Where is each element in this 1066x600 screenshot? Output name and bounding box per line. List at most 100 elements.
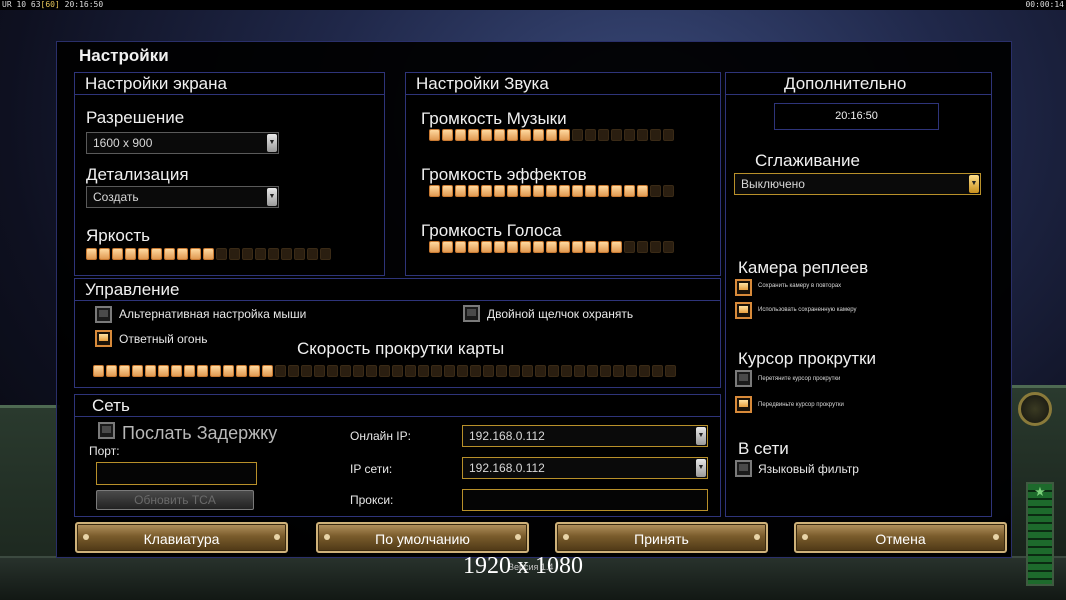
slider-segment[interactable] [572,129,583,141]
resolution-select[interactable]: 1600 x 900 ▼ [86,132,279,154]
slider-segment[interactable] [546,241,557,253]
brightness-slider[interactable] [86,248,331,260]
slider-segment[interactable] [249,365,260,377]
slider-segment[interactable] [177,248,188,260]
cursor-drag-checkbox[interactable] [735,370,752,387]
slider-segment[interactable] [210,365,221,377]
slider-segment[interactable] [574,365,585,377]
port-input[interactable] [96,462,257,485]
slider-segment[interactable] [663,241,674,253]
slider-segment[interactable] [112,248,123,260]
slider-segment[interactable] [418,365,429,377]
lang-filter-checkbox[interactable] [735,460,752,477]
slider-segment[interactable] [624,241,635,253]
online-ip-select[interactable]: 192.168.0.112 ▼ [462,425,708,447]
slider-segment[interactable] [496,365,507,377]
slider-segment[interactable] [164,248,175,260]
music-volume-slider[interactable] [429,129,674,141]
slider-segment[interactable] [520,185,531,197]
slider-segment[interactable] [520,241,531,253]
slider-segment[interactable] [598,185,609,197]
slider-segment[interactable] [559,241,570,253]
slider-segment[interactable] [236,365,247,377]
slider-segment[interactable] [455,241,466,253]
slider-segment[interactable] [145,365,156,377]
slider-segment[interactable] [533,241,544,253]
slider-segment[interactable] [262,365,273,377]
slider-segment[interactable] [468,185,479,197]
slider-segment[interactable] [494,241,505,253]
slider-segment[interactable] [429,241,440,253]
slider-segment[interactable] [611,129,622,141]
net-ip-select[interactable]: 192.168.0.112 ▼ [462,457,708,479]
slider-segment[interactable] [294,248,305,260]
slider-segment[interactable] [548,365,559,377]
slider-segment[interactable] [611,185,622,197]
slider-segment[interactable] [301,365,312,377]
slider-segment[interactable] [275,365,286,377]
slider-segment[interactable] [585,185,596,197]
slider-segment[interactable] [624,129,635,141]
slider-segment[interactable] [650,129,661,141]
slider-segment[interactable] [132,365,143,377]
slider-segment[interactable] [559,129,570,141]
effects-volume-slider[interactable] [429,185,674,197]
slider-segment[interactable] [268,248,279,260]
alt-mouse-checkbox[interactable] [95,306,112,323]
slider-segment[interactable] [585,241,596,253]
slider-segment[interactable] [665,365,676,377]
send-delay-checkbox[interactable] [98,422,115,439]
slider-segment[interactable] [379,365,390,377]
slider-segment[interactable] [663,185,674,197]
slider-segment[interactable] [405,365,416,377]
slider-segment[interactable] [190,248,201,260]
detail-select[interactable]: Создать ▼ [86,186,279,208]
slider-segment[interactable] [119,365,130,377]
proxy-input[interactable] [462,489,708,511]
slider-segment[interactable] [546,129,557,141]
slider-segment[interactable] [481,241,492,253]
slider-segment[interactable] [151,248,162,260]
keyboard-button[interactable]: Клавиатура [75,522,288,553]
slider-segment[interactable] [637,129,648,141]
slider-segment[interactable] [184,365,195,377]
slider-segment[interactable] [624,185,635,197]
slider-segment[interactable] [138,248,149,260]
slider-segment[interactable] [626,365,637,377]
slider-segment[interactable] [444,365,455,377]
slider-segment[interactable] [598,241,609,253]
slider-segment[interactable] [281,248,292,260]
slider-segment[interactable] [455,129,466,141]
voice-volume-slider[interactable] [429,241,674,253]
slider-segment[interactable] [197,365,208,377]
slider-segment[interactable] [663,129,674,141]
slider-segment[interactable] [468,241,479,253]
slider-segment[interactable] [223,365,234,377]
slider-segment[interactable] [585,129,596,141]
slider-segment[interactable] [125,248,136,260]
slider-segment[interactable] [431,365,442,377]
slider-segment[interactable] [481,185,492,197]
slider-segment[interactable] [481,129,492,141]
slider-segment[interactable] [340,365,351,377]
cancel-button[interactable]: Отмена [794,522,1007,553]
slider-segment[interactable] [522,365,533,377]
cursor-move-checkbox[interactable] [735,396,752,413]
slider-segment[interactable] [533,185,544,197]
slider-segment[interactable] [442,129,453,141]
slider-segment[interactable] [494,185,505,197]
slider-segment[interactable] [353,365,364,377]
slider-segment[interactable] [442,185,453,197]
slider-segment[interactable] [533,129,544,141]
slider-segment[interactable] [366,365,377,377]
slider-segment[interactable] [86,248,97,260]
slider-segment[interactable] [106,365,117,377]
slider-segment[interactable] [320,248,331,260]
slider-segment[interactable] [203,248,214,260]
slider-segment[interactable] [470,365,481,377]
slider-segment[interactable] [587,365,598,377]
slider-segment[interactable] [572,185,583,197]
replay-save-checkbox[interactable] [735,279,752,296]
slider-segment[interactable] [637,241,648,253]
slider-segment[interactable] [99,248,110,260]
